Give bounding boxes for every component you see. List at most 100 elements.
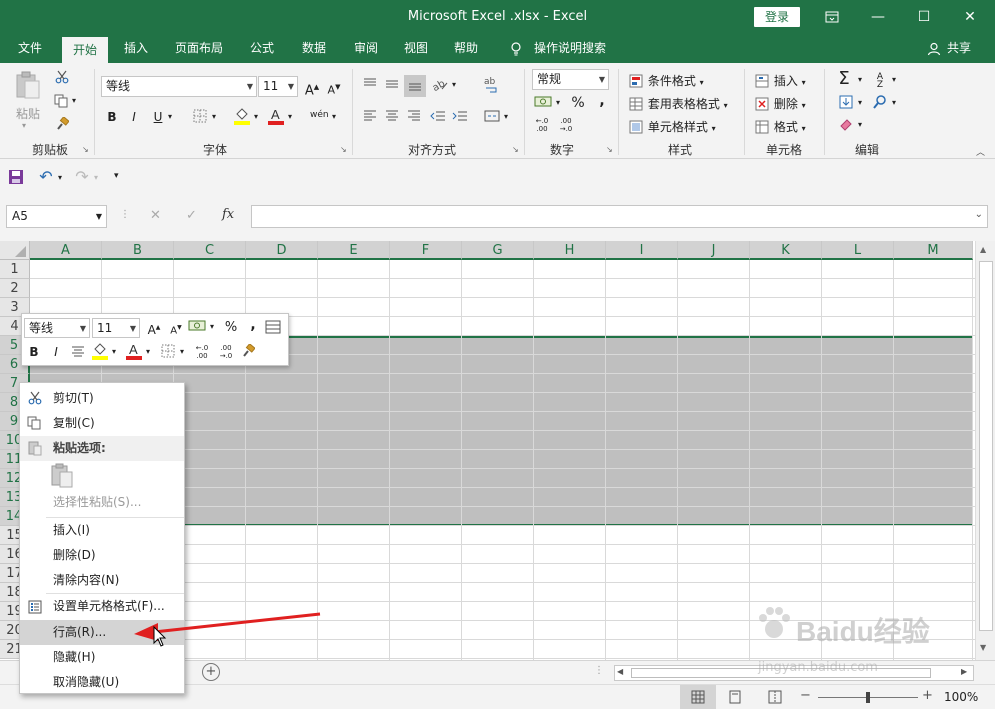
font-name-combo[interactable]: 等线 ▼ <box>101 76 257 97</box>
enter-button[interactable]: ✓ <box>186 208 197 223</box>
column-header-h[interactable]: H <box>534 241 606 260</box>
mini-accounting-dropdown-icon[interactable]: ▾ <box>210 322 214 331</box>
mini-fill-color-icon[interactable] <box>92 342 108 360</box>
percent-button[interactable]: % <box>570 95 586 111</box>
customize-qat-icon[interactable]: ▾ <box>114 171 119 181</box>
menu-item-paste-special[interactable]: 选择性粘贴(S)... <box>20 490 184 515</box>
italic-button[interactable]: I <box>126 109 142 125</box>
orientation-dropdown-icon[interactable]: ▾ <box>452 80 456 89</box>
mini-fill-dropdown-icon[interactable]: ▾ <box>112 347 116 356</box>
menu-item-unhide[interactable]: 取消隐藏(U) <box>20 670 184 695</box>
zoom-level[interactable]: 100% <box>944 690 978 704</box>
sort-dropdown-icon[interactable]: ▾ <box>892 75 896 84</box>
mini-increase-decimal-icon[interactable]: ←.0.00 <box>194 344 210 360</box>
column-header-k[interactable]: K <box>750 241 822 260</box>
increase-decimal-icon[interactable]: ←.0.00 <box>534 117 550 133</box>
name-box[interactable]: A5 ▼ <box>6 205 107 228</box>
zoom-slider[interactable] <box>818 692 918 703</box>
paste-icon[interactable] <box>14 71 46 101</box>
vertical-scrollbar[interactable]: ▲ ▼ <box>975 241 995 660</box>
add-sheet-button[interactable]: + <box>202 663 220 681</box>
increase-indent-icon[interactable] <box>452 109 468 125</box>
mini-align-center-icon[interactable] <box>70 344 86 360</box>
align-left-icon[interactable] <box>362 109 378 125</box>
column-header-d[interactable]: D <box>246 241 318 260</box>
column-header-j[interactable]: J <box>678 241 750 260</box>
decrease-font-icon[interactable]: A▼ <box>326 79 342 97</box>
mini-format-painter-icon[interactable] <box>240 343 256 360</box>
tab-home[interactable]: 开始 <box>62 37 108 63</box>
tab-file[interactable]: 文件 <box>8 34 52 63</box>
menu-item-copy[interactable]: 复制(C) <box>20 411 184 436</box>
font-color-icon[interactable]: A <box>268 107 284 125</box>
column-header-b[interactable]: B <box>102 241 174 260</box>
fill-dropdown-icon[interactable]: ▾ <box>858 98 862 107</box>
row-header-2[interactable]: 2 <box>0 279 30 298</box>
font-color-dropdown-icon[interactable]: ▾ <box>288 112 292 121</box>
redo-icon[interactable]: ↷ <box>74 169 90 185</box>
mini-decrease-decimal-icon[interactable]: .00 →.0 <box>218 344 234 360</box>
clipboard-launcher-icon[interactable]: ↘ <box>82 145 89 154</box>
mini-font-color-icon[interactable]: A <box>126 342 142 360</box>
accounting-format-icon[interactable] <box>534 95 552 111</box>
mini-percent-button[interactable]: % <box>223 320 239 336</box>
mini-increase-font-icon[interactable]: A▲ <box>146 320 162 337</box>
redo-dropdown-icon[interactable]: ▾ <box>94 173 98 182</box>
clear-icon[interactable] <box>838 117 854 133</box>
ribbon-display-icon[interactable] <box>812 4 852 30</box>
zoom-in-button[interactable]: + <box>922 688 933 703</box>
zoom-out-button[interactable]: − <box>800 688 811 703</box>
vertical-scroll-thumb[interactable] <box>979 261 993 631</box>
borders-icon[interactable] <box>192 109 208 125</box>
mini-italic-button[interactable]: I <box>48 344 64 360</box>
column-header-e[interactable]: E <box>318 241 390 260</box>
orientation-icon[interactable]: ab <box>431 77 448 94</box>
page-break-view-icon[interactable] <box>768 690 782 707</box>
merge-center-icon[interactable] <box>484 109 500 125</box>
row-header-1[interactable]: 1 <box>0 260 30 279</box>
tab-insert[interactable]: 插入 <box>116 34 156 63</box>
column-header-m[interactable]: M <box>894 241 973 260</box>
bold-button[interactable]: B <box>104 109 120 125</box>
tab-review[interactable]: 审阅 <box>346 34 386 63</box>
tab-help[interactable]: 帮助 <box>446 34 486 63</box>
column-header-c[interactable]: C <box>174 241 246 260</box>
format-painter-icon[interactable] <box>54 116 70 133</box>
menu-item-hide[interactable]: 隐藏(H) <box>20 645 184 670</box>
save-icon[interactable] <box>8 169 24 185</box>
number-format-combo[interactable]: 常规 ▼ <box>532 69 609 90</box>
formula-input[interactable]: ⌄ <box>251 205 988 228</box>
tab-data[interactable]: 数据 <box>294 34 334 63</box>
merge-dropdown-icon[interactable]: ▾ <box>504 112 508 121</box>
zoom-slider-thumb[interactable] <box>866 692 870 703</box>
login-button[interactable]: 登录 <box>754 7 800 27</box>
column-header-i[interactable]: I <box>606 241 678 260</box>
column-header-l[interactable]: L <box>822 241 894 260</box>
borders-dropdown-icon[interactable]: ▾ <box>212 112 216 121</box>
mini-accounting-icon[interactable] <box>188 319 206 335</box>
alignment-launcher-icon[interactable]: ↘ <box>512 145 519 154</box>
align-center-icon[interactable] <box>384 109 400 125</box>
undo-dropdown-icon[interactable]: ▾ <box>58 173 62 182</box>
align-right-icon[interactable] <box>406 109 422 125</box>
mini-comma-button[interactable]: , <box>245 317 261 333</box>
undo-icon[interactable]: ↶ <box>38 169 54 185</box>
mini-decrease-font-icon[interactable]: A▼ <box>168 320 184 336</box>
close-button[interactable]: ✕ <box>950 4 990 30</box>
cell-styles-button[interactable]: 单元格样式 ▾ <box>628 118 716 136</box>
align-middle-icon[interactable] <box>384 77 400 93</box>
minimize-button[interactable]: — <box>858 4 898 30</box>
paste-dropdown-icon[interactable]: ▾ <box>22 121 26 130</box>
mini-borders-icon[interactable] <box>160 344 176 360</box>
page-layout-view-icon[interactable] <box>728 690 742 707</box>
accounting-dropdown-icon[interactable]: ▾ <box>556 98 560 107</box>
column-header-a[interactable]: A <box>30 241 102 260</box>
align-bottom-icon[interactable] <box>404 75 426 97</box>
increase-font-icon[interactable]: A▲ <box>304 79 320 98</box>
tab-formulas[interactable]: 公式 <box>242 34 282 63</box>
cancel-button[interactable]: ✕ <box>150 208 161 223</box>
mini-bold-button[interactable]: B <box>26 344 42 360</box>
format-as-table-button[interactable]: 套用表格格式 ▾ <box>628 95 728 113</box>
phonetic-guide-icon[interactable]: wén <box>310 107 329 123</box>
insert-cells-button[interactable]: 插入 ▾ <box>754 72 806 90</box>
